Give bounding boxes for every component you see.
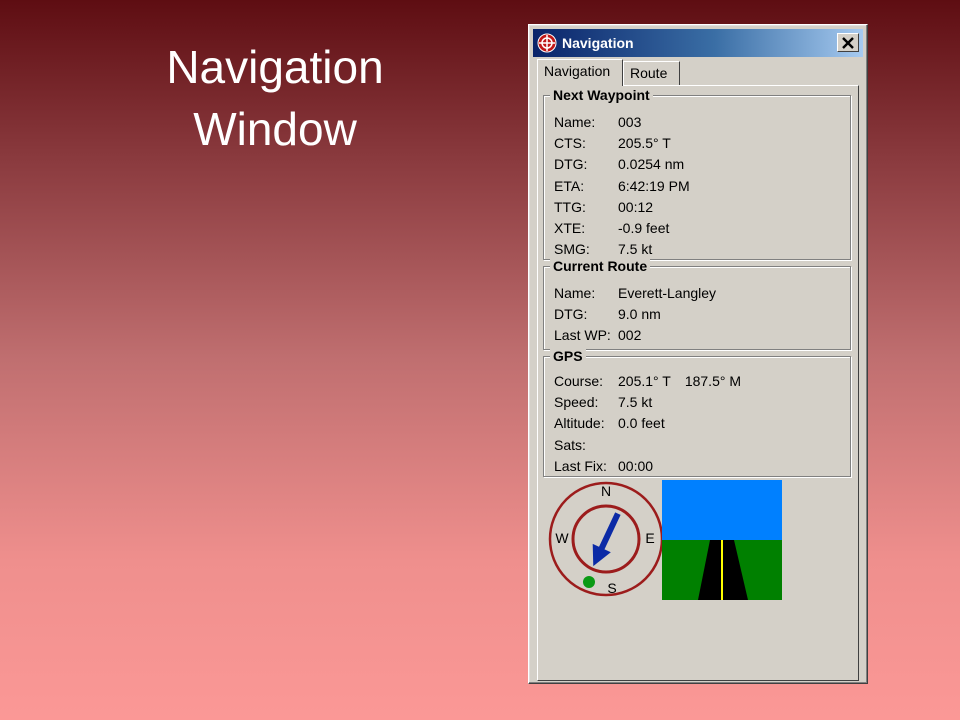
field-value: 7.5 kt (618, 241, 653, 257)
field-label: Name: (554, 285, 596, 301)
next-waypoint-name-row: Name: 003 (554, 112, 641, 132)
field-label: Last Fix: (554, 458, 607, 474)
tab-route[interactable]: Route (623, 61, 680, 85)
field-label: SMG: (554, 241, 590, 257)
gps-heading: GPS (550, 348, 586, 365)
field-label: ETA: (554, 178, 585, 194)
compass-north-label: N (601, 483, 611, 499)
field-label: Speed: (554, 394, 599, 410)
next-waypoint-xte-row: XTE: -0.9 feet (554, 218, 669, 238)
gps-group: GPS Course: 205.1° T 187.5° M Speed: 7.5 kt… (543, 348, 851, 477)
window-title: Navigation (562, 35, 634, 51)
field-value: 00:12 (618, 199, 654, 215)
slide-title-line2: Window (193, 103, 357, 155)
field-label: Altitude: (554, 415, 605, 431)
gps-altitude-row: Altitude: 0.0 feet (554, 413, 665, 433)
field-value-magnetic: 187.5° M (684, 373, 742, 389)
field-value: 002 (618, 327, 642, 343)
field-value: 7.5 kt (618, 394, 653, 410)
navigation-window: Navigation Navigation Route Next Waypoin… (528, 24, 868, 684)
field-value: 9.0 nm (618, 306, 661, 322)
compass-rose-icon (537, 33, 557, 53)
field-value: 0.0 feet (618, 415, 665, 431)
horizon-sky (662, 480, 782, 540)
compass-display: N S W E (548, 481, 664, 597)
next-waypoint-dtg-row: DTG: 0.0254 nm (554, 154, 684, 174)
next-waypoint-ttg-row: TTG: 00:12 (554, 197, 653, 217)
current-route-heading: Current Route (550, 258, 651, 275)
field-label: XTE: (554, 220, 586, 236)
field-value: 0.0254 nm (618, 156, 685, 172)
next-waypoint-cts-row: CTS: 205.5° T (554, 133, 671, 153)
compass-south-label: S (607, 580, 616, 596)
field-value: 00:00 (618, 458, 654, 474)
close-button[interactable] (837, 33, 859, 52)
field-value: 205.1° T (618, 373, 671, 389)
field-label: DTG: (554, 306, 588, 322)
current-route-last-wp-row: Last WP: 002 (554, 325, 641, 345)
current-route-dtg-row: DTG: 9.0 nm (554, 304, 661, 324)
heading-arrow (592, 512, 621, 567)
gps-last-fix-row: Last Fix: 00:00 (554, 456, 653, 476)
field-value: 6:42:19 PM (618, 178, 690, 194)
field-label: Name: (554, 114, 596, 130)
field-label: CTS: (554, 135, 586, 151)
next-waypoint-group: Next Waypoint Name: 003 CTS: 205.5° T DTG:… (543, 87, 851, 260)
field-label: TTG: (554, 199, 586, 215)
field-value: Everett-Langley (618, 285, 717, 301)
compass-west-label: W (555, 530, 569, 546)
slide-title-line1: Navigation (166, 41, 384, 93)
gps-sats-row: Sats: (554, 435, 618, 455)
next-waypoint-heading: Next Waypoint (550, 87, 653, 104)
current-route-name-row: Name: Everett-Langley (554, 283, 716, 303)
field-label: Sats: (554, 437, 586, 453)
field-label: Course: (554, 373, 604, 389)
field-label: DTG: (554, 156, 588, 172)
next-waypoint-eta-row: ETA: 6:42:19 PM (554, 176, 690, 196)
next-waypoint-smg-row: SMG: 7.5 kt (554, 239, 652, 259)
field-label: Last WP: (554, 327, 611, 343)
tab-navigation[interactable]: Navigation (537, 59, 623, 86)
horizon-road-display (662, 480, 782, 600)
gps-fix-dot (583, 576, 595, 588)
slide-title: Navigation Window (120, 36, 430, 160)
gps-course-row: Course: 205.1° T 187.5° M (554, 371, 741, 391)
navigation-tab-panel: Next Waypoint Name: 003 CTS: 205.5° T DTG:… (537, 85, 859, 681)
field-value: -0.9 feet (618, 220, 670, 236)
window-titlebar[interactable]: Navigation (533, 29, 863, 57)
compass-east-label: E (645, 530, 654, 546)
field-value: 205.5° T (618, 135, 671, 151)
field-value: 003 (618, 114, 642, 130)
current-route-group: Current Route Name: Everett-Langley DTG: 9… (543, 258, 851, 350)
gps-speed-row: Speed: 7.5 kt (554, 392, 652, 412)
close-icon (842, 36, 854, 49)
